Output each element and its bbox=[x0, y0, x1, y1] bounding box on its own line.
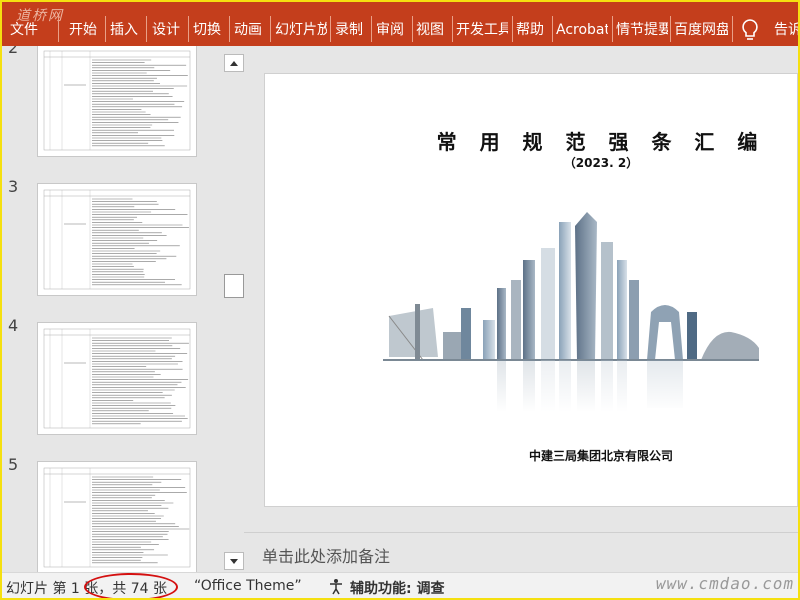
powerpoint-window: 道桥网 文件 开始 插入 设计 切换 动画 幻灯片放映 录制 审阅 视图 开发工… bbox=[0, 0, 800, 600]
slide-thumbnail[interactable] bbox=[37, 46, 197, 157]
tab-view[interactable]: 视图 bbox=[416, 2, 448, 46]
slide-thumbnail[interactable] bbox=[37, 461, 197, 572]
slide-thumbnail[interactable] bbox=[37, 183, 197, 296]
annotation-circle bbox=[84, 573, 178, 598]
tab-storyboard[interactable]: 情节提要 bbox=[616, 2, 668, 46]
ribbon-tab-bar: 道桥网 文件 开始 插入 设计 切换 动画 幻灯片放映 录制 审阅 视图 开发工… bbox=[2, 2, 798, 46]
tab-file[interactable]: 文件 bbox=[10, 2, 42, 46]
accessibility-status[interactable]: 辅助功能: 调查 bbox=[350, 578, 444, 598]
tab-design[interactable]: 设计 bbox=[152, 2, 184, 46]
tab-help[interactable]: 帮助 bbox=[516, 2, 548, 46]
theme-name: “Office Theme” bbox=[194, 578, 302, 594]
tab-slideshow[interactable]: 幻灯片放映 bbox=[275, 2, 327, 46]
lightbulb-icon[interactable] bbox=[740, 18, 760, 42]
notes-pane[interactable]: 单击此处添加备注 bbox=[244, 532, 798, 572]
tab-record[interactable]: 录制 bbox=[335, 2, 367, 46]
slide-company[interactable]: 中建三局集团北京有限公司 bbox=[265, 447, 797, 464]
city-skyline-image[interactable] bbox=[383, 212, 759, 412]
thumbnail-number: 2 bbox=[8, 46, 19, 57]
slide-thumbnail-pane: 2 3 4 5 bbox=[2, 46, 224, 572]
current-slide-canvas[interactable]: 常 用 规 范 强 条 汇 编 （2023. 2） 中建三局集团北京有限公司 bbox=[264, 73, 798, 507]
tab-transitions[interactable]: 切换 bbox=[193, 2, 225, 46]
thumbnail-scrollbar[interactable] bbox=[224, 46, 244, 572]
site-watermark-url: www.cmdao.com bbox=[654, 574, 796, 593]
scroll-down-button[interactable] bbox=[224, 552, 244, 570]
accessibility-icon[interactable] bbox=[328, 578, 346, 596]
thumbnail-number: 5 bbox=[8, 455, 19, 474]
scrollbar-thumb[interactable] bbox=[224, 274, 244, 298]
thumbnail-number: 4 bbox=[8, 316, 19, 335]
chevron-up-icon bbox=[230, 61, 238, 66]
tab-home[interactable]: 开始 bbox=[69, 2, 101, 46]
thumbnail-number: 3 bbox=[8, 177, 19, 196]
slide-thumbnail[interactable] bbox=[37, 322, 197, 435]
tab-animations[interactable]: 动画 bbox=[234, 2, 266, 46]
tab-baidu-netdisk[interactable]: 百度网盘 bbox=[674, 2, 728, 46]
slide-title[interactable]: 常 用 规 范 强 条 汇 编 bbox=[265, 126, 797, 155]
tab-developer[interactable]: 开发工具 bbox=[456, 2, 508, 46]
chevron-down-icon bbox=[230, 559, 238, 564]
tab-acrobat[interactable]: Acrobat bbox=[556, 2, 608, 46]
tab-review[interactable]: 审阅 bbox=[376, 2, 408, 46]
slide-date[interactable]: （2023. 2） bbox=[265, 154, 797, 171]
notes-placeholder[interactable]: 单击此处添加备注 bbox=[262, 543, 390, 567]
tell-me-search[interactable]: 告诉 bbox=[774, 2, 798, 46]
scroll-up-button[interactable] bbox=[224, 54, 244, 72]
tab-insert[interactable]: 插入 bbox=[110, 2, 142, 46]
